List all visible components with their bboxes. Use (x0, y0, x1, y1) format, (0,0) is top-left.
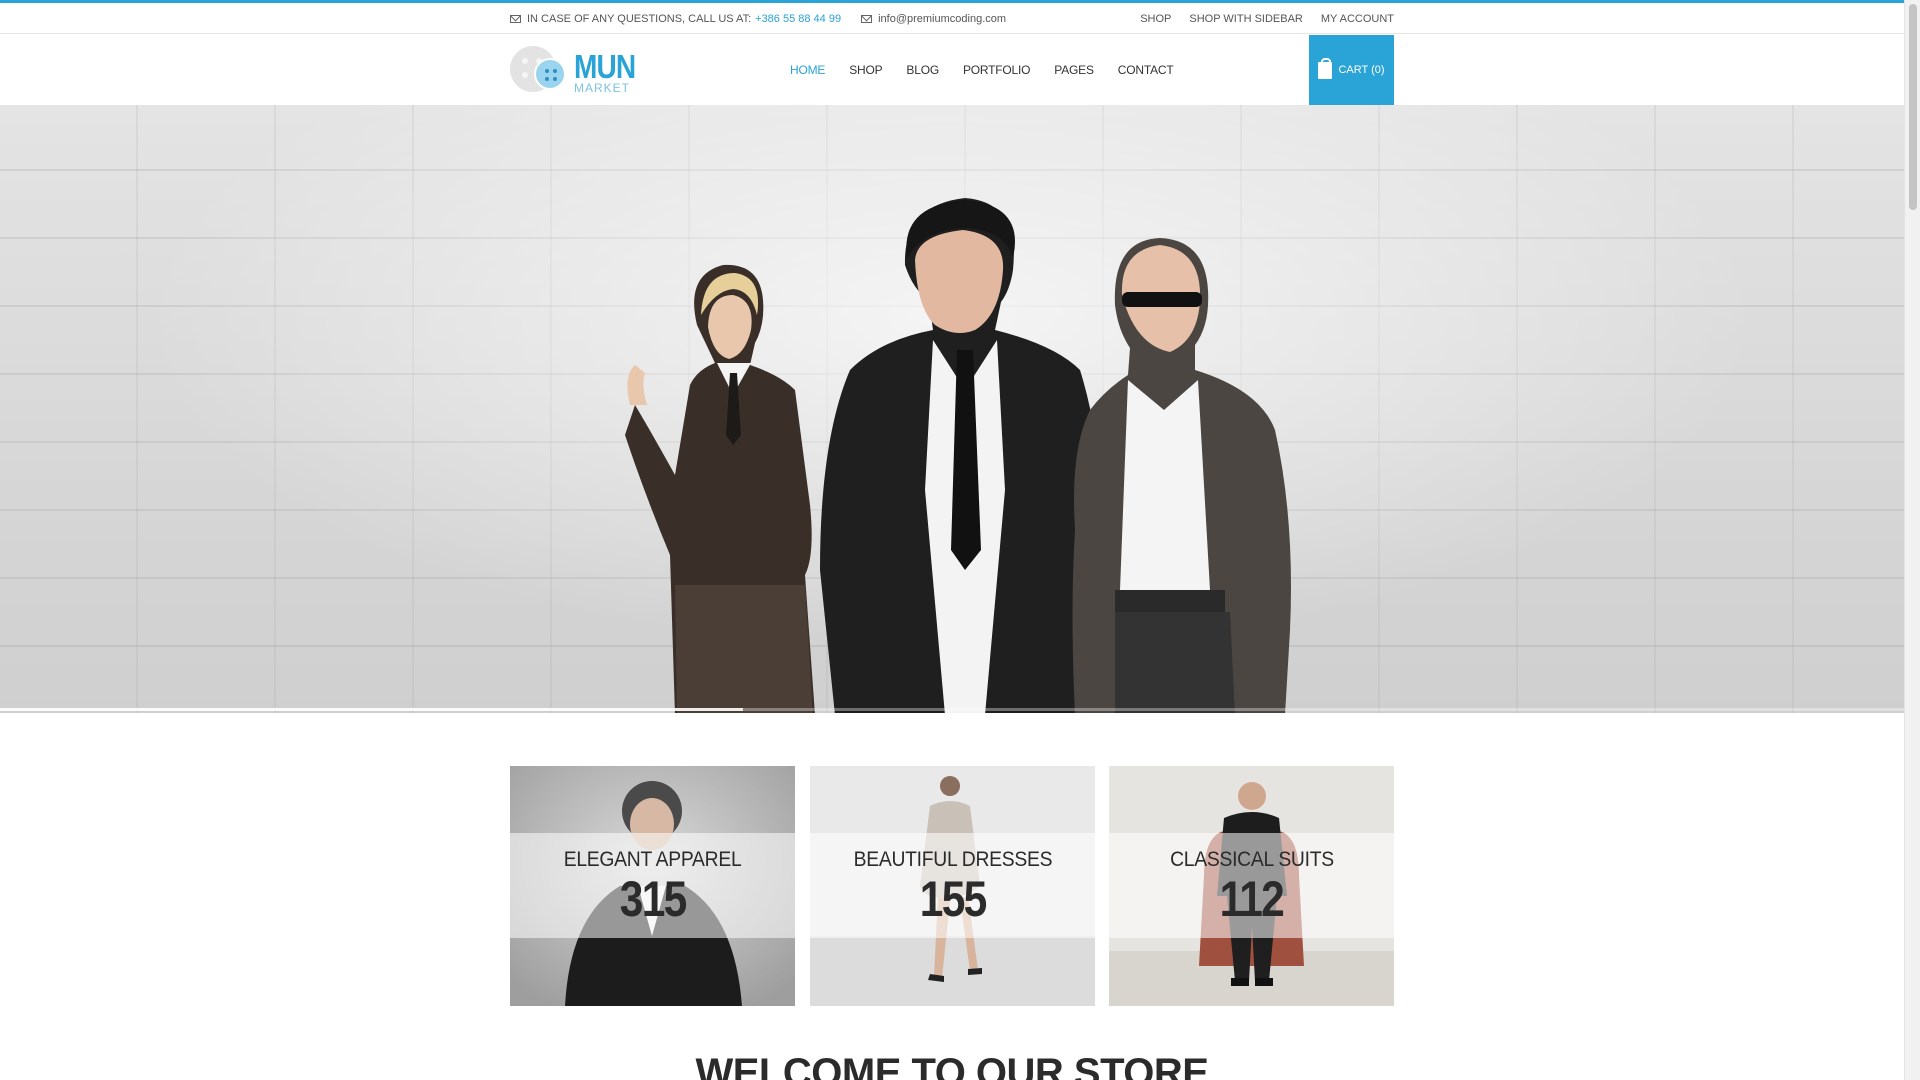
welcome-heading: WELCOME TO OUR STORE (695, 1051, 1210, 1080)
nav-item-home[interactable]: HOME (790, 63, 825, 77)
category-tiles: ELEGANT APPAREL 315 BEAUTIFUL DRESSES 15… (510, 766, 1394, 1006)
category-tile-beautiful-dresses[interactable]: BEAUTIFUL DRESSES 155 (810, 766, 1095, 1006)
topbar-link-shop-with-sidebar[interactable]: SHOP WITH SIDEBAR (1189, 13, 1302, 25)
topbar-link-my-account[interactable]: MY ACCOUNT (1321, 13, 1394, 25)
category-overlay: ELEGANT APPAREL 315 (510, 833, 795, 938)
phone-link[interactable]: +386 55 88 44 99 (755, 13, 841, 25)
category-tile-elegant-apparel[interactable]: ELEGANT APPAREL 315 (510, 766, 795, 1006)
category-count: 112 (1219, 870, 1285, 927)
topbar-link-shop[interactable]: SHOP (1140, 13, 1171, 25)
category-count: 155 (919, 870, 988, 927)
logo-wordmark: MUN (574, 48, 636, 85)
nav-item-pages[interactable]: PAGES (1054, 63, 1094, 77)
logo-subtitle: MARKET (574, 81, 631, 95)
category-label: CLASSICAL SUITS (1169, 847, 1334, 871)
category-tile-classical-suits[interactable]: CLASSICAL SUITS 112 (1109, 766, 1394, 1006)
scrollbar-thumb[interactable] (1909, 4, 1917, 210)
nav-item-contact[interactable]: CONTACT (1118, 63, 1174, 77)
category-count: 315 (619, 870, 688, 927)
contact-info: IN CASE OF ANY QUESTIONS, CALL US AT: +3… (510, 13, 1006, 25)
page-scrollbar[interactable] (1904, 0, 1920, 1080)
cart-button[interactable]: CART (0) (1309, 35, 1394, 105)
hero-model-man-right (1072, 238, 1291, 713)
cart-label: CART (0) (1338, 64, 1385, 76)
mail-icon (510, 14, 521, 23)
email-link[interactable]: info@premiumcoding.com (878, 13, 1006, 25)
nav-item-blog[interactable]: BLOG (906, 63, 939, 77)
shopping-bag-icon (1318, 57, 1333, 79)
main-nav: HOME SHOP BLOG PORTFOLIO PAGES CONTACT (790, 35, 1174, 105)
page: IN CASE OF ANY QUESTIONS, CALL US AT: +3… (0, 0, 1904, 1080)
category-label: ELEGANT APPAREL (563, 847, 742, 871)
nav-item-shop[interactable]: SHOP (849, 63, 882, 77)
contact-prefix: IN CASE OF ANY QUESTIONS, CALL US AT: (527, 12, 752, 25)
logo-button-icon (534, 58, 566, 90)
category-label: BEAUTIFUL DRESSES (853, 847, 1052, 871)
site-header: MUN MARKET HOME SHOP BLOG PORTFOLIO PAGE… (0, 35, 1904, 105)
nav-item-portfolio[interactable]: PORTFOLIO (963, 63, 1031, 77)
hero-slider[interactable] (0, 105, 1904, 713)
category-overlay: BEAUTIFUL DRESSES 155 (810, 833, 1095, 938)
utility-bar: IN CASE OF ANY QUESTIONS, CALL US AT: +3… (0, 3, 1904, 34)
mail-icon (861, 14, 873, 23)
account-links: SHOP SHOP WITH SIDEBAR MY ACCOUNT (1140, 13, 1394, 25)
category-overlay: CLASSICAL SUITS 112 (1109, 833, 1394, 938)
slider-progress-fill (0, 708, 743, 711)
logo[interactable]: MUN MARKET (510, 45, 636, 95)
slider-progress-bar (0, 708, 1904, 711)
